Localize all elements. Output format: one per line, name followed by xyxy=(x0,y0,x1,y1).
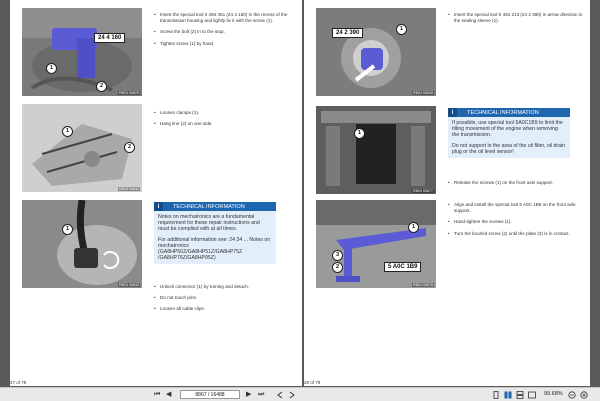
callout-1: 1 xyxy=(408,222,419,233)
instruction-list: Unlock connector (1) by turning and deta… xyxy=(154,284,294,318)
instruction-step: Hang line (2) on one side. xyxy=(154,121,294,127)
instruction-step: Loosen clamps (1). xyxy=(154,110,294,116)
callout-1: 1 xyxy=(62,224,73,235)
viewer-toolbar: ⏮ ◀ 8867 / 16488 ▶ ⏭ 99.68% xyxy=(0,387,600,401)
instruction-list: Align and install the special tool 5 A0C… xyxy=(448,202,588,242)
tool-label: 24 4 160 xyxy=(94,33,126,43)
instruction-step: Screw the bolt (2) in to the stop. xyxy=(154,29,294,35)
instruction-step: Loosen all cable clips. xyxy=(154,306,294,312)
instruction-step: Tighten screw (1) by hand. xyxy=(154,41,294,47)
callout-2: 2 xyxy=(96,81,107,92)
figure-reference: RB24 00632 xyxy=(118,187,140,191)
technical-information-text: If possible, use special tool 5A0C1B9 to… xyxy=(452,120,563,139)
photo-special-tool-24-2-390: 24 2 390 1 RB24 00638 xyxy=(316,8,436,96)
photo-special-tool-5a0c1b9: 3 2 1 5 A0C 1B9 RB24 00678 xyxy=(316,200,436,288)
callout-1: 1 xyxy=(354,128,365,139)
photo-clamps-line: 1 2 RB24 00632 xyxy=(22,104,142,192)
photo-illustration xyxy=(316,8,436,96)
zoom-level[interactable]: 99.68% xyxy=(544,391,563,397)
photo-special-tool-24-4-160: 24 4 160 1 2 RB24 00625 xyxy=(22,8,142,96)
two-page-view-icon[interactable] xyxy=(504,391,512,399)
right-page: 24 2 390 1 RB24 00638 Insert the special… xyxy=(304,0,590,386)
photo-illustration xyxy=(316,106,436,194)
photo-illustration xyxy=(316,200,436,288)
last-page-icon[interactable]: ⏭ xyxy=(258,391,264,399)
continuous-view-icon[interactable] xyxy=(516,391,524,399)
first-page-icon[interactable]: ⏮ xyxy=(154,391,160,399)
technical-information-text: Notes on mechatronics are a fundamental … xyxy=(158,214,260,233)
technical-information-text: For additional information see: 24 34 ..… xyxy=(158,236,271,262)
zoom-in-icon[interactable] xyxy=(580,391,588,399)
instruction-step: Align and install the special tool 5 A0C… xyxy=(448,202,588,214)
technical-information-body: If possible, use special tool 5A0C1B9 to… xyxy=(448,117,570,159)
back-icon[interactable] xyxy=(276,391,284,399)
callout-2: 2 xyxy=(124,142,135,153)
info-icon: i xyxy=(448,108,457,117)
photo-front-axle-screws: 1 RB24 00677 xyxy=(316,106,436,194)
instruction-step: Insert the special tool 0 494 213 (24 2 … xyxy=(448,12,588,24)
figure-reference: RB24 00625 xyxy=(118,91,140,95)
technical-information-title: TECHNICAL INFORMATION xyxy=(173,203,245,210)
photo-illustration xyxy=(22,8,142,96)
instruction-step: Release the screws (1) on the front axle… xyxy=(448,180,588,186)
technical-information-box: i TECHNICAL INFORMATION If possible, use… xyxy=(448,108,570,159)
figure-reference: RB24 00677 xyxy=(412,189,434,193)
info-icon: i xyxy=(154,202,163,211)
figure-reference: RB24 00678 xyxy=(412,283,434,287)
technical-information-box: i TECHNICAL INFORMATION Notes on mechatr… xyxy=(154,202,276,265)
instruction-step: Unlock connector (1) by turning and deta… xyxy=(154,284,294,290)
instruction-list: Loosen clamps (1). Hang line (2) on one … xyxy=(154,110,294,132)
technical-information-header: i TECHNICAL INFORMATION xyxy=(448,108,570,117)
tool-label: 5 A0C 1B9 xyxy=(384,262,422,272)
instruction-step: Insert the special tool 0 494 451 (24 4 … xyxy=(154,12,294,24)
callout-1: 1 xyxy=(396,24,407,35)
fit-width-icon[interactable] xyxy=(528,391,536,399)
tool-label: 24 2 390 xyxy=(332,28,364,38)
instruction-step: Hand-tighten the screws (1). xyxy=(448,219,588,225)
callout-3: 3 xyxy=(332,250,343,261)
photo-illustration xyxy=(22,200,142,288)
callout-1: 1 xyxy=(46,63,57,74)
next-page-icon[interactable]: ▶ xyxy=(246,391,251,399)
figure-reference: RB24 00633 xyxy=(118,283,140,287)
instruction-list: Insert the special tool 0 494 213 (24 2 … xyxy=(448,12,588,29)
figure-reference: RB24 00638 xyxy=(412,91,434,95)
instruction-step: Do not touch pins. xyxy=(154,295,294,301)
page-indicator-input[interactable]: 8867 / 16488 xyxy=(180,390,240,399)
technical-information-header: i TECHNICAL INFORMATION xyxy=(154,202,276,211)
zoom-out-icon[interactable] xyxy=(568,391,576,399)
instruction-list: Insert the special tool 0 494 451 (24 4 … xyxy=(154,12,294,52)
single-page-view-icon[interactable] xyxy=(492,391,500,399)
page-number: 27 of 79 xyxy=(10,380,27,385)
photo-connector: 1 RB24 00633 xyxy=(22,200,142,288)
forward-icon[interactable] xyxy=(288,391,296,399)
callout-2: 2 xyxy=(332,262,343,273)
technical-information-title: TECHNICAL INFORMATION xyxy=(467,109,539,116)
instruction-step: Turn the knurled screw (2) until the pla… xyxy=(448,231,588,237)
technical-information-text: Do not support in the area of the oil fi… xyxy=(452,142,566,155)
technical-information-body: Notes on mechatronics are a fundamental … xyxy=(154,211,276,265)
page-number: 28 of 79 xyxy=(304,380,321,385)
instruction-list: Release the screws (1) on the front axle… xyxy=(448,180,588,191)
prev-page-icon[interactable]: ◀ xyxy=(166,391,171,399)
callout-1: 1 xyxy=(62,126,73,137)
left-page: 24 4 160 1 2 RB24 00625 Insert the speci… xyxy=(10,0,302,386)
